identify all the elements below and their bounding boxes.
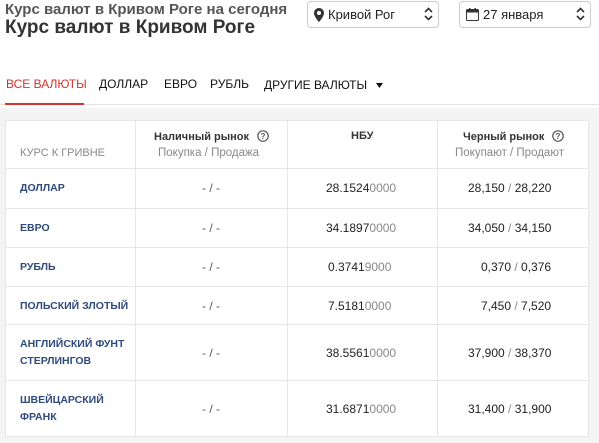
map-pin-icon	[314, 7, 324, 22]
svg-text:?: ?	[261, 132, 266, 141]
black-sell: 0,376	[521, 260, 552, 274]
page-subtitle: Курс валют в Кривом Роге на сегодня	[5, 1, 288, 18]
currency-link-gbp[interactable]: АНГЛИЙСКИЙ ФУНТ СТЕРЛИНГОВ	[20, 336, 140, 370]
row-divider	[6, 247, 588, 248]
nbu-rate: 28.15240000	[326, 181, 396, 195]
nbu-rate-tail: 0000	[369, 402, 397, 416]
black-buy: 7,450	[481, 299, 512, 313]
column-subheader-cash: Покупка / Продажа	[158, 147, 260, 159]
calendar-icon	[466, 8, 479, 21]
currency-link-pln[interactable]: ПОЛЬСКИЙ ЗЛОТЫЙ	[20, 298, 128, 315]
black-sep: /	[511, 299, 522, 313]
cash-rate: - / -	[202, 402, 220, 416]
black-market-rate: 7,450 / 7,520	[481, 299, 551, 313]
currency-link-usd[interactable]: ДОЛЛАР	[20, 180, 65, 197]
cash-rate: - / -	[202, 181, 220, 195]
black-sell: 7,520	[521, 299, 552, 313]
svg-text:?: ?	[556, 132, 561, 141]
column-header-cash-label: Наличный рынок	[154, 131, 250, 143]
nbu-rate-main: 31.6871	[326, 402, 370, 416]
column-header-currency: КУРС К ГРИВНЕ	[20, 147, 106, 159]
black-sell: 34,150	[514, 221, 552, 235]
nbu-rate-main: 34.1897	[326, 221, 370, 235]
black-sep: /	[511, 260, 522, 274]
black-buy: 28,150	[468, 181, 505, 195]
tab-ruble[interactable]: РУБЛЬ	[210, 77, 249, 91]
black-buy: 0,370	[481, 260, 512, 274]
cash-rate: - / -	[202, 299, 220, 313]
row-divider	[6, 380, 588, 381]
page-title: Курс валют в Кривом Роге	[5, 17, 256, 38]
black-market-rate: 28,150 / 28,220	[468, 181, 551, 195]
black-sep: /	[504, 402, 515, 416]
nbu-rate-tail: 0000	[369, 181, 397, 195]
nbu-rate: 0.37419000	[328, 260, 391, 274]
rates-table: КУРС К ГРИВНЕ Наличный рынок ? Покупка /…	[5, 120, 589, 437]
city-select-value: Кривой Рог	[328, 7, 395, 22]
cash-rate: - / -	[202, 221, 220, 235]
active-tab-indicator	[5, 103, 84, 105]
black-sell: 28,220	[514, 181, 552, 195]
black-buy: 34,050	[468, 221, 505, 235]
nbu-rate-main: 0.3741	[328, 260, 365, 274]
black-buy: 31,400	[468, 402, 505, 416]
column-header-black-market: Черный рынок ?	[463, 130, 565, 145]
tab-euro[interactable]: ЕВРО	[164, 77, 197, 91]
nbu-rate: 34.18970000	[326, 221, 396, 235]
black-sell: 38,370	[514, 346, 552, 360]
column-header-cash: Наличный рынок ?	[154, 130, 269, 145]
page-header: Курс валют в Кривом Роге на сегодня Курс…	[0, 0, 599, 108]
nbu-rate-tail: 0000	[364, 299, 392, 313]
black-sell: 31,900	[514, 402, 552, 416]
tab-all-currencies[interactable]: ВСЕ ВАЛЮТЫ	[6, 77, 87, 91]
nbu-rate-tail: 0000	[369, 221, 397, 235]
cash-rate: - / -	[202, 260, 220, 274]
black-market-rate: 0,370 / 0,376	[481, 260, 551, 274]
black-sep: /	[504, 221, 515, 235]
black-market-rate: 31,400 / 31,900	[468, 402, 551, 416]
nbu-rate: 38.55610000	[326, 346, 396, 360]
black-market-rate: 37,900 / 38,370	[468, 346, 551, 360]
nbu-rate-tail: 0000	[369, 346, 397, 360]
black-buy: 37,900	[468, 346, 505, 360]
nbu-rate-main: 28.1524	[326, 181, 370, 195]
nbu-rate-main: 7.5181	[328, 299, 365, 313]
column-subheader-black-market: Покупают / Продают	[455, 147, 564, 159]
currency-link-chf[interactable]: ШВЕЙЦАРСКИЙ ФРАНК	[20, 392, 125, 426]
tab-other-currencies[interactable]: ДРУГИЕ ВАЛЮТЫ	[264, 77, 384, 92]
row-divider	[6, 286, 588, 287]
nbu-rate: 7.51810000	[328, 299, 391, 313]
nbu-rate-main: 38.5561	[326, 346, 370, 360]
tab-dollar[interactable]: ДОЛЛАР	[99, 77, 148, 91]
currency-tabs: ВСЕ ВАЛЮТЫ ДОЛЛАР ЕВРО РУБЛЬ ДРУГИЕ ВАЛЮ…	[0, 65, 599, 105]
nbu-rate-tail: 9000	[364, 260, 392, 274]
black-sep: /	[504, 181, 515, 195]
help-circle-icon[interactable]: ?	[552, 130, 565, 145]
tab-other-currencies-label: ДРУГИЕ ВАЛЮТЫ	[264, 78, 368, 92]
city-select[interactable]: Кривой Рог	[307, 1, 439, 28]
row-divider	[6, 208, 588, 209]
caret-down-icon	[376, 77, 384, 91]
updown-arrows-icon	[424, 7, 433, 21]
row-divider	[6, 324, 588, 325]
currency-link-rub[interactable]: РУБЛЬ	[20, 259, 56, 276]
row-divider	[6, 168, 588, 169]
date-select[interactable]: 27 января	[459, 1, 591, 28]
column-header-nbu: НБУ	[351, 130, 374, 142]
black-sep: /	[504, 346, 515, 360]
nbu-rate: 31.68710000	[326, 402, 396, 416]
updown-arrows-icon	[576, 7, 585, 21]
black-market-rate: 34,050 / 34,150	[468, 221, 551, 235]
column-header-black-market-label: Черный рынок	[463, 131, 545, 143]
currency-link-eur[interactable]: ЕВРО	[20, 220, 50, 237]
date-select-value: 27 января	[483, 7, 544, 22]
help-circle-icon[interactable]: ?	[257, 130, 269, 145]
cash-rate: - / -	[202, 346, 220, 360]
